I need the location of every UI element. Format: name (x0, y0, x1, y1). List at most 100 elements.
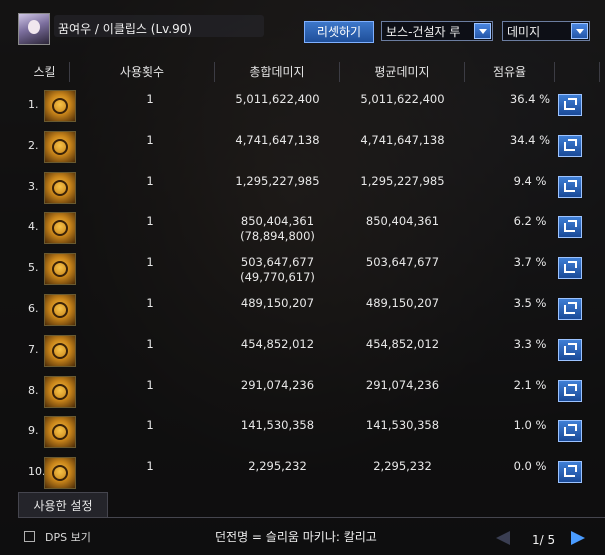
target-select-value: 보스-건설자 루 (386, 25, 461, 39)
character-title: 꿈여우 / 이클립스 (Lv.90) (58, 22, 193, 36)
dps-checkbox[interactable] (24, 531, 35, 542)
total-damage-value: 489,150,207 (215, 296, 340, 311)
row-index: 2. (28, 138, 39, 152)
uses-value: 1 (146, 459, 154, 474)
average-damage-value: 141,530,358 (365, 418, 440, 433)
uses-value: 1 (146, 377, 154, 392)
total-damage-main: 2,295,232 (248, 459, 307, 474)
total-damage-value: 291,074,236 (215, 378, 340, 393)
header-total-damage[interactable]: 총합데미지 (215, 62, 340, 82)
chevron-down-icon[interactable] (571, 23, 588, 39)
uses-value: 1 (146, 132, 154, 147)
skill-icon[interactable] (44, 416, 76, 449)
row-index: 4. (28, 220, 39, 234)
open-details-icon[interactable] (558, 134, 582, 157)
share-value: 36.4 % (509, 92, 551, 106)
average-damage-value: 454,852,012 (365, 336, 440, 351)
average-damage-value: 291,074,236 (365, 377, 440, 392)
table-row: 3. 1 1,295,227,985 1,295,227,985 9.4 % (20, 168, 600, 209)
open-details-icon[interactable] (558, 461, 582, 484)
header-share[interactable]: 점유율 (465, 62, 555, 82)
table-row: 5. 1 503,647,677 (49,770,617) 503,647,67… (20, 249, 600, 290)
share-value: 9.4 % (513, 173, 547, 188)
header-blank (555, 62, 600, 82)
table-row: 6. 1 489,150,207 489,150,207 3.5 % (20, 290, 600, 331)
skill-icon[interactable] (44, 293, 76, 326)
open-details-icon[interactable] (558, 216, 582, 239)
skill-icon[interactable] (44, 212, 76, 245)
average-damage-value: 2,295,232 (373, 459, 432, 474)
skill-icon[interactable] (44, 457, 76, 490)
skill-icon[interactable] (44, 375, 76, 408)
row-index: 5. (28, 261, 39, 275)
skill-icon[interactable] (44, 253, 76, 286)
next-page-icon[interactable] (571, 531, 585, 545)
share-value: 0.0 % (513, 459, 547, 474)
character-avatar (18, 13, 50, 45)
share-value: 3.7 % (513, 255, 547, 270)
table-row: 4. 1 850,404,361 (78,894,800) 850,404,36… (20, 208, 600, 249)
uses-value: 1 (146, 336, 154, 351)
share-value: 34.4 % (509, 132, 551, 147)
uses-value: 1 (146, 173, 154, 188)
page-indicator: 1/ 5 (532, 533, 556, 547)
open-details-icon[interactable] (558, 297, 582, 320)
uses-value: 1 (146, 418, 154, 433)
tab-used-settings[interactable]: 사용한 설정 (18, 492, 108, 518)
total-damage-value: 850,404,361 (78,894,800) (215, 214, 340, 244)
chevron-down-icon[interactable] (474, 23, 491, 39)
total-damage-value: 503,647,677 (49,770,617) (215, 255, 340, 285)
total-damage-main: 503,647,677 (240, 255, 315, 270)
row-index: 9. (28, 424, 39, 438)
reset-button[interactable]: 리셋하기 (304, 21, 374, 43)
share-value: 3.5 % (513, 295, 547, 310)
open-details-icon[interactable] (558, 175, 582, 198)
divider (18, 517, 605, 518)
skill-icon[interactable] (44, 334, 76, 367)
total-damage-main: 454,852,012 (240, 336, 315, 351)
open-details-icon[interactable] (558, 379, 582, 402)
table-row: 2. 1 4,741,647,138 4,741,647,138 34.4 % (20, 127, 600, 168)
total-damage-value: 454,852,012 (215, 337, 340, 352)
row-index: 10. (28, 465, 46, 479)
skill-icon[interactable] (44, 130, 76, 163)
table-row: 9. 1 141,530,358 141,530,358 1.0 % (20, 412, 600, 453)
average-damage-value: 850,404,361 (365, 214, 440, 229)
row-index: 7. (28, 342, 39, 356)
average-damage-value: 503,647,677 (365, 255, 440, 270)
row-index: 8. (28, 383, 39, 397)
average-damage-value: 4,741,647,138 (360, 132, 445, 147)
total-damage-main: 5,011,622,400 (235, 92, 320, 106)
prev-page-icon[interactable] (496, 531, 510, 545)
share-value: 2.1 % (513, 377, 547, 392)
header-uses[interactable]: 사용횟수 (70, 62, 215, 82)
open-details-icon[interactable] (558, 338, 582, 361)
total-damage-value: 1,295,227,985 (215, 174, 340, 189)
total-damage-value: 2,295,232 (215, 459, 340, 474)
skill-icon[interactable] (44, 171, 76, 204)
total-damage-main: 1,295,227,985 (235, 173, 320, 188)
open-details-icon[interactable] (558, 94, 582, 116)
target-select[interactable]: 보스-건설자 루 (381, 21, 493, 41)
uses-value: 1 (146, 295, 154, 310)
total-damage-main: 291,074,236 (240, 377, 315, 392)
total-damage-sub: (49,770,617) (240, 270, 315, 285)
share-value: 3.3 % (513, 336, 547, 351)
skill-table: 1. 1 5,011,622,400 5,011,622,400 36.4 % … (20, 86, 600, 494)
table-row: 1. 1 5,011,622,400 5,011,622,400 36.4 % (20, 86, 600, 127)
row-index: 6. (28, 301, 39, 315)
average-damage-value: 489,150,207 (365, 295, 440, 310)
open-details-icon[interactable] (558, 257, 582, 280)
metric-select[interactable]: 데미지 (502, 21, 590, 41)
uses-value: 1 (146, 255, 154, 270)
table-header: 스킬 사용횟수 총합데미지 평균데미지 점유율 (20, 62, 600, 82)
header-average-damage[interactable]: 평균데미지 (340, 62, 465, 82)
total-damage-main: 489,150,207 (240, 295, 315, 310)
uses-value: 1 (146, 92, 154, 106)
total-damage-main: 141,530,358 (240, 418, 315, 433)
skill-icon[interactable] (44, 90, 76, 122)
table-row: 7. 1 454,852,012 454,852,012 3.3 % (20, 331, 600, 372)
open-details-icon[interactable] (558, 420, 582, 443)
total-damage-main: 4,741,647,138 (235, 132, 320, 147)
header-skill[interactable]: 스킬 (20, 62, 70, 82)
